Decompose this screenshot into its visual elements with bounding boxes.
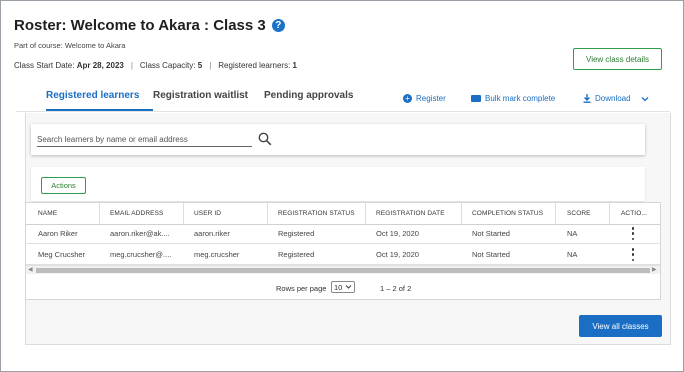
scrollbar-thumb[interactable] [36,268,650,273]
column-divider [365,203,366,225]
scroll-left-icon[interactable]: ◀ [28,266,33,275]
registered-learners-label: Registered learners: [218,61,291,70]
tabs-bar: Registered learners Registration waitlis… [16,85,670,112]
cell-score: NA [567,229,578,238]
column-divider [555,203,556,225]
download-icon [583,94,591,103]
learners-table: NAME EMAIL ADDRESS USER ID REGISTRATION … [25,202,661,300]
cell-score: NA [567,250,578,259]
title-row: Roster: Welcome to Akara : Class 3 ? [14,17,285,34]
cell-name: Meg Crucsher [38,250,86,259]
download-label: Download [595,94,631,103]
column-divider [99,203,100,225]
cell-email: aaron.riker@ak.... [110,229,170,238]
table-header: NAME EMAIL ADDRESS USER ID REGISTRATION … [26,203,660,225]
download-button[interactable]: Download [583,94,649,103]
search-input[interactable] [37,133,252,147]
page-title: Roster: Welcome to Akara : Class 3 [14,17,266,34]
cell-registration-date: Oct 19, 2020 [376,250,419,259]
cell-user-id: meg.crucsher [194,250,240,259]
roster-page: Roster: Welcome to Akara : Class 3 ? Par… [0,0,684,372]
cell-registration-status: Registered [278,250,315,259]
view-all-classes-button[interactable]: View all classes [579,315,662,337]
start-date-label: Class Start Date: [14,61,75,70]
column-header-registration-date[interactable]: REGISTRATION DATE [376,210,445,217]
tab-registration-waitlist[interactable]: Registration waitlist [153,90,248,101]
table-row[interactable]: Aaron Riker aaron.riker@ak.... aaron.rik… [26,223,660,244]
view-class-details-button[interactable]: View class details [573,48,662,70]
course-subtitle: Part of course: Welcome to Akara [14,41,126,50]
column-header-registration-status[interactable]: REGISTRATION STATUS [278,210,355,217]
horizontal-scrollbar[interactable]: ◀ ▶ [26,265,660,274]
info-separator: | [130,61,133,70]
cell-email: meg.crucsher@.... [110,250,172,259]
active-tab-underline [46,109,153,111]
cell-name: Aaron Riker [38,229,78,238]
search-icon[interactable] [258,132,272,146]
chevron-down-icon[interactable] [641,96,649,102]
column-divider [609,203,610,225]
column-header-actions[interactable]: ACTIO... [621,210,647,217]
column-divider [183,203,184,225]
actions-panel: Actions [31,167,645,201]
start-date-value: Apr 28, 2023 [76,61,124,70]
column-divider [267,203,268,225]
cell-registration-status: Registered [278,229,315,238]
cell-completion-status: Not Started [472,250,510,259]
row-menu-icon[interactable] [630,248,636,261]
tab-pending-approvals[interactable]: Pending approvals [264,90,353,101]
table-row[interactable]: Meg Crucsher meg.crucsher@.... meg.crucs… [26,244,660,265]
info-separator: | [209,61,212,70]
cell-completion-status: Not Started [472,229,510,238]
folder-icon [471,95,481,102]
column-header-completion-status[interactable]: COMPLETION STATUS [472,210,543,217]
tab-registered-learners[interactable]: Registered learners [46,90,139,101]
chevron-down-icon [345,285,352,289]
rows-per-page-label: Rows per page [276,284,327,293]
pagination: Rows per page 10 1 – 2 of 2 [26,275,660,299]
column-header-name[interactable]: NAME [38,210,57,217]
rows-per-page-value: 10 [334,282,343,292]
row-menu-icon[interactable] [630,227,636,240]
scroll-right-icon[interactable]: ▶ [652,266,657,275]
cell-user-id: aaron.riker [194,229,230,238]
column-header-score[interactable]: SCORE [567,210,591,217]
capacity-label: Class Capacity: [139,61,196,70]
class-info-row: Class Start Date: Apr 28, 2023 | Class C… [14,61,297,70]
column-divider [461,203,462,225]
bulk-mark-complete-label: Bulk mark complete [485,94,556,103]
pagination-range: 1 – 2 of 2 [380,284,412,293]
column-header-email[interactable]: EMAIL ADDRESS [110,210,163,217]
search-panel [31,124,645,155]
register-button[interactable]: + Register [403,94,446,103]
cell-registration-date: Oct 19, 2020 [376,229,419,238]
column-header-user-id[interactable]: USER ID [194,210,221,217]
help-icon[interactable]: ? [271,19,285,32]
registered-learners-value: 1 [292,61,297,70]
rows-per-page-select[interactable]: 10 [331,281,355,293]
plus-circle-icon: + [403,94,412,103]
actions-button[interactable]: Actions [41,177,86,194]
register-label: Register [416,94,446,103]
capacity-value: 5 [197,61,203,70]
bulk-mark-complete-button[interactable]: Bulk mark complete [471,94,555,103]
